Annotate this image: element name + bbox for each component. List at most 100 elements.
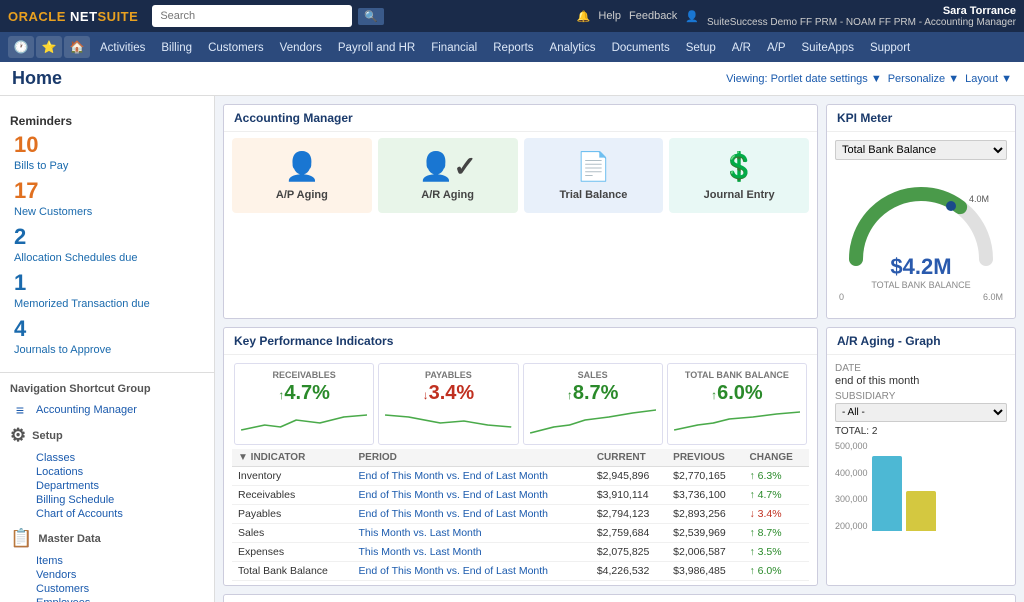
sidebar-item-employees[interactable]: Employees: [36, 596, 204, 602]
sidebar-item-activities[interactable]: Activities: [92, 38, 153, 58]
sidebar-item-chart-of-accounts[interactable]: Chart of Accounts: [36, 507, 204, 521]
sidebar-item-support[interactable]: Support: [862, 38, 918, 58]
kpi-cell-period[interactable]: End of This Month vs. End of Last Month: [353, 505, 591, 524]
main-content: Accounting Manager 👤 A/P Aging 👤✓ A/R Ag…: [215, 96, 1024, 602]
table-row: Total Bank Balance End of This Month vs.…: [232, 562, 809, 581]
sidebar-item-vendors[interactable]: Vendors: [272, 38, 330, 58]
reminders-section: Reminders 10Bills to Pay17New Customers2…: [0, 104, 214, 366]
sidebar-item-items[interactable]: Items: [36, 554, 204, 568]
page-header: Home Viewing: Portlet date settings ▼ Pe…: [0, 62, 1024, 96]
kpi-cards: RECEIVABLES ↑4.7% PAYABLES ↓3.4% SALES ↑…: [228, 359, 813, 449]
top-icons: 🔔 Help Feedback 👤 Sara Torrance SuiteSuc…: [577, 5, 1016, 28]
home-icon[interactable]: 🏠: [64, 36, 90, 58]
sidebar-item-vendors[interactable]: Vendors: [36, 568, 204, 582]
table-row: Inventory End of This Month vs. End of L…: [232, 467, 809, 486]
chevron-down-icon2: ▼: [948, 73, 959, 85]
kpi-cell-current: $2,794,123: [591, 505, 667, 524]
layout-button[interactable]: Layout ▼: [965, 73, 1012, 85]
kpi-cell-current: $4,226,532: [591, 562, 667, 581]
kpi-cell-period[interactable]: This Month vs. Last Month: [353, 524, 591, 543]
sidebar-item-accounting-manager[interactable]: ≡ Accounting Manager: [0, 399, 214, 421]
logo: ORACLE NETSUITE: [8, 9, 138, 24]
search-button[interactable]: 🔍: [358, 8, 384, 25]
kpi-cell-change: ↓ 3.4%: [744, 505, 810, 524]
sidebar-item-billing-schedule[interactable]: Billing Schedule: [36, 493, 204, 507]
user-info: Sara Torrance SuiteSuccess Demo FF PRM -…: [707, 5, 1016, 28]
sidebar-item-departments[interactable]: Departments: [36, 479, 204, 493]
gauge-container: 4.0M $4.2M TOTAL BANK BALANCE 0 6.0M: [835, 166, 1007, 310]
ar-bar-31-60: [906, 491, 936, 531]
kpi-meter-select[interactable]: Total Bank Balance: [835, 140, 1007, 160]
sidebar-item-locations[interactable]: Locations: [36, 465, 204, 479]
reminder-number: 17: [14, 178, 204, 204]
reminders-title: Reminders: [10, 114, 204, 128]
am-card-ar-aging-label: A/R Aging: [421, 189, 474, 201]
kpi-receivables-value: ↑4.7%: [241, 382, 367, 405]
am-card-ar-aging[interactable]: 👤✓ A/R Aging: [378, 138, 518, 213]
am-card-trial-balance[interactable]: 📄 Trial Balance: [524, 138, 664, 213]
am-card-trial-balance-label: Trial Balance: [559, 189, 627, 201]
gauge-svg: 4.0M: [841, 174, 1001, 264]
history-icon[interactable]: 🕐: [8, 36, 34, 58]
am-card-ap-aging[interactable]: 👤 A/P Aging: [232, 138, 372, 213]
reminder-label[interactable]: Memorized Transaction due: [14, 298, 150, 310]
help-label[interactable]: Help: [598, 10, 621, 22]
kpi-cell-change: ↑ 6.0%: [744, 562, 810, 581]
kpi-col-indicator: ▼ INDICATOR: [232, 449, 353, 467]
reminder-label[interactable]: Bills to Pay: [14, 160, 68, 172]
kpi-bank-value: ↑6.0%: [674, 382, 800, 405]
sidebar-item-analytics[interactable]: Analytics: [542, 38, 604, 58]
reminder-item: 10Bills to Pay: [10, 132, 204, 172]
viewing-portlet-settings[interactable]: Viewing: Portlet date settings ▼: [726, 73, 882, 85]
sidebar-item-financial[interactable]: Financial: [423, 38, 485, 58]
sidebar-item-a/r[interactable]: A/R: [724, 38, 759, 58]
sidebar-item-setup[interactable]: Setup: [678, 38, 724, 58]
feedback-icon[interactable]: Feedback: [629, 10, 677, 22]
bell-icon[interactable]: 🔔: [577, 10, 591, 23]
reminder-label[interactable]: Journals to Approve: [14, 344, 111, 356]
favorites-icon[interactable]: ⭐: [36, 36, 62, 58]
reminder-label[interactable]: Allocation Schedules due: [14, 252, 138, 264]
table-row: Sales This Month vs. Last Month $2,759,6…: [232, 524, 809, 543]
gauge-value: $4.2M: [890, 254, 951, 280]
reminder-label[interactable]: New Customers: [14, 206, 92, 218]
wcp-portlet: Weekly Cash Projection ‹ › 2000 -- (none…: [223, 594, 1016, 602]
am-card-ap-aging-label: A/P Aging: [276, 189, 328, 201]
user-icon: 👤: [685, 10, 699, 23]
reminder-item: 1Memorized Transaction due: [10, 270, 204, 310]
kpi-cell-period[interactable]: End of This Month vs. End of Last Month: [353, 562, 591, 581]
am-cards: 👤 A/P Aging 👤✓ A/R Aging 📄 Trial Balance…: [224, 132, 817, 219]
kpi-cell-previous: $2,893,256: [667, 505, 743, 524]
kpi-cell-previous: $2,539,969: [667, 524, 743, 543]
sidebar-item-documents[interactable]: Documents: [604, 38, 678, 58]
ar-subsidiary-select[interactable]: - All -: [835, 403, 1007, 422]
user-subtitle: SuiteSuccess Demo FF PRM - NOAM FF PRM -…: [707, 17, 1016, 28]
personalize-button[interactable]: Personalize ▼: [888, 73, 959, 85]
sidebar-sub-label-master-data: 📋 Master Data: [0, 524, 214, 551]
sidebar-item-billing[interactable]: Billing: [153, 38, 200, 58]
kpi-cell-period[interactable]: End of This Month vs. End of Last Month: [353, 486, 591, 505]
sidebar-item-suiteapps[interactable]: SuiteApps: [794, 38, 862, 58]
am-card-journal-entry[interactable]: 💲 Journal Entry: [669, 138, 809, 213]
user-name: Sara Torrance: [707, 5, 1016, 17]
gear-icon: ⚙: [10, 425, 26, 446]
kpi-col-period: PERIOD: [353, 449, 591, 467]
kpi-cell-period[interactable]: This Month vs. Last Month: [353, 543, 591, 562]
sidebar-item-payroll-and-hr[interactable]: Payroll and HR: [330, 38, 423, 58]
sidebar-item-a/p[interactable]: A/P: [759, 38, 794, 58]
sidebar-item-classes[interactable]: Classes: [36, 451, 204, 465]
master-data-links: Items Vendors Customers Employees Expens…: [0, 551, 214, 602]
search-input[interactable]: [152, 5, 352, 27]
kpi-cell-period[interactable]: End of This Month vs. End of Last Month: [353, 467, 591, 486]
sidebar-item-reports[interactable]: Reports: [485, 38, 541, 58]
table-row: Receivables End of This Month vs. End of…: [232, 486, 809, 505]
setup-links: Classes Locations Departments Billing Sc…: [0, 448, 214, 524]
kpi-col-previous: PREVIOUS: [667, 449, 743, 467]
gauge-range-labels: 0 6.0M: [839, 292, 1003, 302]
document-icon: 📋: [10, 528, 32, 549]
sidebar-item-customers[interactable]: Customers: [200, 38, 272, 58]
kpi-payables-value: ↓3.4%: [385, 382, 511, 405]
kpi-bank-label: TOTAL BANK BALANCE: [674, 370, 800, 380]
kpi-table-body: Inventory End of This Month vs. End of L…: [232, 467, 809, 581]
sidebar-item-customers[interactable]: Customers: [36, 582, 204, 596]
